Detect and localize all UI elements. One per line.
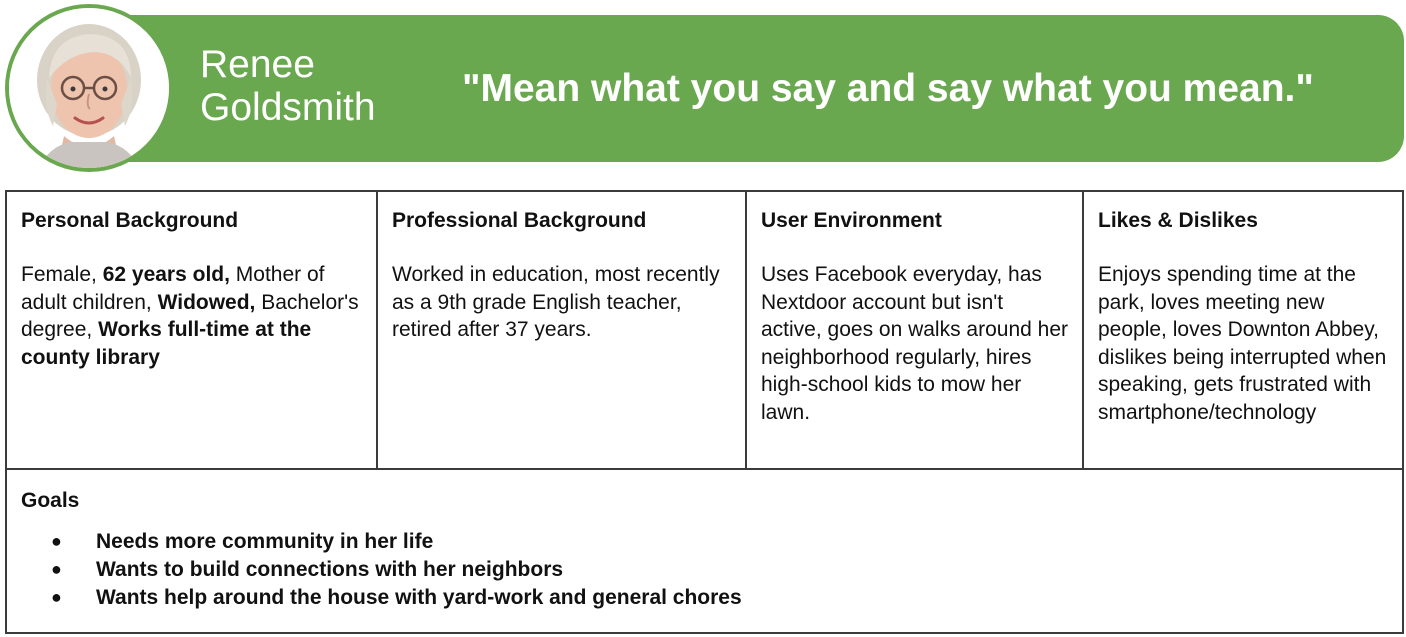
- likes-dislikes-cell: Likes & Dislikes Enjoys spending time at…: [1082, 192, 1402, 468]
- bullet-icon: ●: [51, 558, 62, 579]
- user-environment-title: User Environment: [761, 209, 942, 232]
- avatar: [5, 4, 173, 172]
- bullet-icon: ●: [51, 586, 62, 607]
- background-row: Personal Background Female, 62 years old…: [7, 192, 1402, 470]
- persona-quote: "Mean what you say and say what you mean…: [462, 67, 1314, 110]
- body-text: Enjoys spending time at the park, loves …: [1098, 263, 1387, 424]
- goals-list: ● Needs more community in her life ● Wan…: [21, 528, 1388, 611]
- professional-background-cell: Professional Background Worked in educat…: [376, 192, 745, 468]
- professional-background-title: Professional Background: [392, 209, 647, 232]
- likes-dislikes-title: Likes & Dislikes: [1098, 209, 1258, 232]
- personal-background-cell: Personal Background Female, 62 years old…: [7, 192, 376, 468]
- avatar-photo-icon: [9, 8, 169, 168]
- goal-item: ● Wants help around the house with yard-…: [21, 584, 1388, 612]
- goal-item: ● Wants to build connections with her ne…: [21, 556, 1388, 584]
- body-text: Female,: [21, 263, 103, 286]
- persona-name: Renee Goldsmith: [200, 43, 430, 129]
- emphasis-text: Widowed,: [157, 290, 256, 314]
- emphasis-text: 62 years old,: [102, 263, 230, 286]
- body-text: Uses Facebook everyday, has Nextdoor acc…: [761, 263, 1069, 424]
- goal-text: Wants to build connections with her neig…: [96, 557, 564, 581]
- personal-background-text: Female, 62 years old, Mother of adult ch…: [21, 261, 362, 371]
- goal-item: ● Needs more community in her life: [21, 528, 1388, 556]
- goals-title: Goals: [21, 489, 80, 512]
- persona-card: Renee Goldsmith "Mean what you say and s…: [0, 0, 1406, 637]
- body-text: Worked in education, most recently as a …: [392, 263, 720, 342]
- personal-background-title: Personal Background: [21, 209, 239, 232]
- goal-text: Needs more community in her life: [96, 530, 434, 553]
- persona-last-name: Goldsmith: [200, 86, 376, 129]
- goals-section: Goals ● Needs more community in her life…: [7, 472, 1402, 611]
- persona-first-name: Renee: [200, 43, 315, 86]
- goal-text: Wants help around the house with yard-wo…: [96, 585, 742, 609]
- user-environment-cell: User Environment Uses Facebook everyday,…: [745, 192, 1082, 468]
- user-environment-text: Uses Facebook everyday, has Nextdoor acc…: [761, 261, 1068, 427]
- persona-table: Personal Background Female, 62 years old…: [5, 190, 1404, 634]
- professional-background-text: Worked in education, most recently as a …: [392, 261, 731, 344]
- bullet-icon: ●: [51, 531, 62, 551]
- likes-dislikes-text: Enjoys spending time at the park, loves …: [1098, 261, 1388, 427]
